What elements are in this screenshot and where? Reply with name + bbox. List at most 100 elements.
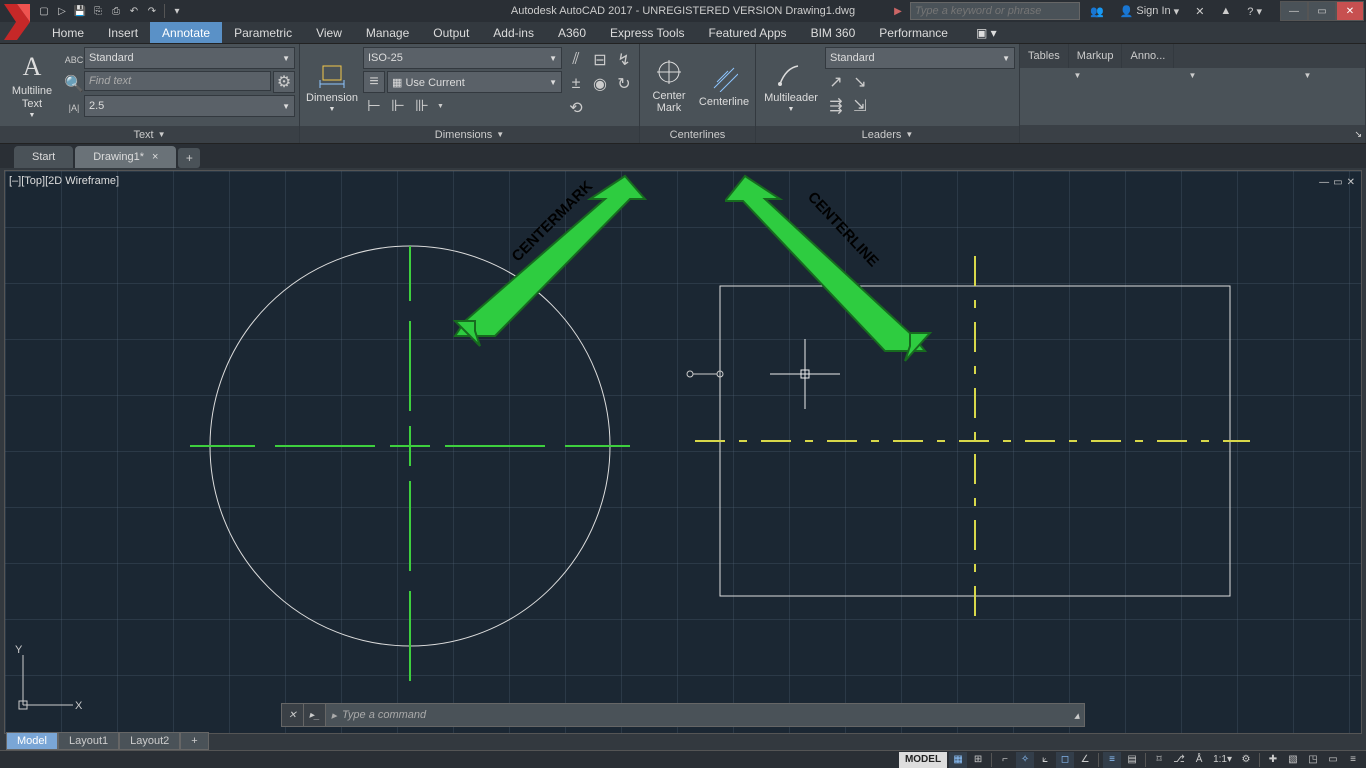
leader-style-dropdown[interactable]: Standard▼ [825, 47, 1015, 69]
menu-tab-bim-360[interactable]: BIM 360 [799, 22, 868, 43]
multileader-button[interactable]: Multileader ▼ [760, 47, 822, 123]
viewport-label[interactable]: [–][Top][2D Wireframe] [9, 175, 119, 187]
find-tool-icon[interactable]: 🔍 [63, 73, 85, 95]
vp-maximize-icon[interactable]: ▭ [1333, 177, 1342, 188]
menu-tab-view[interactable]: View [304, 22, 354, 43]
layout-tab[interactable]: Model [6, 732, 58, 750]
cmd-recent-icon[interactable]: ▴ [1070, 709, 1084, 722]
close-button[interactable]: ✕ [1336, 1, 1364, 21]
find-options-icon[interactable]: ⚙ [273, 71, 295, 93]
status-custom-icon[interactable]: ≡ [1344, 752, 1362, 768]
dim-layer-dropdown[interactable]: ▦ Use Current▼ [387, 71, 562, 93]
vp-minimize-icon[interactable]: — [1319, 177, 1329, 188]
drawing-canvas[interactable]: [–][Top][2D Wireframe] — ▭ ✕ [4, 170, 1362, 734]
search-play-icon[interactable]: ▶ [890, 3, 906, 19]
dim-jog-icon[interactable]: ↯ [613, 49, 635, 71]
add-layout-button[interactable]: + [180, 732, 208, 750]
dim-tol-icon[interactable]: ± [565, 73, 587, 95]
status-track-icon[interactable]: ∠ [1076, 752, 1094, 768]
dim-layer-icon[interactable]: ≡ [363, 71, 385, 93]
status-ws-icon[interactable]: ⚙ [1237, 752, 1255, 768]
infocenter-button[interactable]: 👥 [1084, 2, 1110, 20]
dim-style-dropdown[interactable]: ISO-25▼ [363, 47, 562, 69]
command-line[interactable]: ✕ ▸_ ▸ Type a command ▴ [281, 703, 1085, 727]
ribbon-tab-tables[interactable]: Tables [1020, 44, 1069, 68]
ribbon-tab-anno[interactable]: Anno... [1122, 44, 1174, 68]
maximize-button[interactable]: ▭ [1308, 1, 1336, 21]
leader-align-icon[interactable]: ⇶ [825, 95, 847, 117]
leader-add-icon[interactable]: ↗ [825, 71, 847, 93]
status-scale-button[interactable]: 1:1 ▾ [1210, 752, 1235, 768]
panel-launcher-icon[interactable]: ↘ [1354, 129, 1362, 140]
dim-insp-icon[interactable]: ◉ [589, 73, 611, 95]
redo-icon[interactable]: ↷ [144, 3, 160, 19]
status-polar-icon[interactable]: ✧ [1016, 752, 1034, 768]
autocad-logo-icon[interactable] [0, 0, 34, 42]
cmd-history-icon[interactable]: ▸_ [304, 704, 326, 726]
ribbon-tab-markup[interactable]: Markup [1069, 44, 1123, 68]
status-iso-icon[interactable]: ⟀ [1036, 752, 1054, 768]
status-model-button[interactable]: MODEL [899, 752, 947, 768]
markup-expand-icon[interactable]: ▼ [1183, 68, 1203, 82]
menu-tab-express-tools[interactable]: Express Tools [598, 22, 696, 43]
status-lwt-icon[interactable]: ≡ [1103, 752, 1121, 768]
leader-remove-icon[interactable]: ↘ [849, 71, 871, 93]
dimension-button[interactable]: Dimension ▼ [304, 47, 360, 123]
save-icon[interactable]: 💾 [72, 3, 88, 19]
anno-expand-icon[interactable]: ▼ [1298, 68, 1318, 82]
menu-tab-manage[interactable]: Manage [354, 22, 421, 43]
linear-dim-icon[interactable]: ⊢ [363, 95, 385, 117]
quick-dim-icon[interactable]: ⊩ [387, 95, 409, 117]
open-icon[interactable]: ▷ [54, 3, 70, 19]
file-tab[interactable]: Drawing1* × [75, 146, 176, 168]
vp-close-icon[interactable]: ✕ [1347, 177, 1355, 188]
layout-tab[interactable]: Layout1 [58, 732, 119, 750]
menu-tab-performance[interactable]: Performance [867, 22, 960, 43]
continue-dim-icon[interactable]: ⊪ [411, 95, 433, 117]
panel-expand-icon[interactable]: ▼ [496, 130, 504, 139]
exchange-icon[interactable]: ✕ [1189, 2, 1210, 20]
status-qp-icon[interactable]: ⎇ [1170, 752, 1188, 768]
status-sc-icon[interactable]: ⌑ [1150, 752, 1168, 768]
text-height-icon[interactable]: |A| [63, 97, 85, 119]
status-annomon-icon[interactable]: ✚ [1264, 752, 1282, 768]
center-mark-button[interactable]: Center Mark [644, 47, 694, 123]
menu-tab-a360[interactable]: A360 [546, 22, 598, 43]
panel-expand-icon[interactable]: ▼ [158, 130, 166, 139]
cmd-close-icon[interactable]: ✕ [282, 704, 304, 726]
menu-tab-featured-apps[interactable]: Featured Apps [697, 22, 799, 43]
status-hw-icon[interactable]: ▧ [1284, 752, 1302, 768]
dim-break-icon[interactable]: ⫽ [565, 49, 587, 71]
status-osnap-icon[interactable]: ◻ [1056, 752, 1074, 768]
help-search-input[interactable] [910, 2, 1080, 20]
new-icon[interactable]: ▢ [36, 3, 52, 19]
menu-tab-insert[interactable]: Insert [96, 22, 150, 43]
a360-icon[interactable]: ▲ [1214, 2, 1237, 20]
multiline-text-button[interactable]: A Multiline Text ▼ [4, 47, 60, 123]
text-height-dropdown[interactable]: 2.5▼ [84, 95, 295, 117]
status-grid-icon[interactable]: ▦ [949, 752, 967, 768]
menu-tab-add-ins[interactable]: Add-ins [481, 22, 546, 43]
status-iso2-icon[interactable]: ◳ [1304, 752, 1322, 768]
qat-dropdown-icon[interactable]: ▾ [169, 3, 185, 19]
status-trans-icon[interactable]: ▤ [1123, 752, 1141, 768]
close-tab-icon[interactable]: × [152, 151, 158, 163]
tables-expand-icon[interactable]: ▼ [1068, 68, 1088, 82]
help-icon[interactable]: ? ▾ [1241, 2, 1268, 20]
panel-expand-icon[interactable]: ▼ [905, 130, 913, 139]
status-clean-icon[interactable]: ▭ [1324, 752, 1342, 768]
menu-tab-parametric[interactable]: Parametric [222, 22, 304, 43]
saveas-icon[interactable]: ⎘ [90, 3, 106, 19]
ribbon-collapse-icon[interactable]: ▣ ▾ [964, 22, 1009, 43]
menu-tab-output[interactable]: Output [421, 22, 481, 43]
text-style-dropdown[interactable]: Standard▼ [84, 47, 295, 69]
undo-icon[interactable]: ↶ [126, 3, 142, 19]
centerline-button[interactable]: Centerline [697, 47, 751, 123]
new-tab-button[interactable]: + [178, 148, 200, 168]
file-tab[interactable]: Start [14, 146, 73, 168]
status-annoscale-icon[interactable]: Å [1190, 752, 1208, 768]
dim-reassoc-icon[interactable]: ⟲ [565, 97, 587, 119]
menu-tab-home[interactable]: Home [40, 22, 96, 43]
minimize-button[interactable]: — [1280, 1, 1308, 21]
menu-tab-annotate[interactable]: Annotate [150, 22, 222, 43]
